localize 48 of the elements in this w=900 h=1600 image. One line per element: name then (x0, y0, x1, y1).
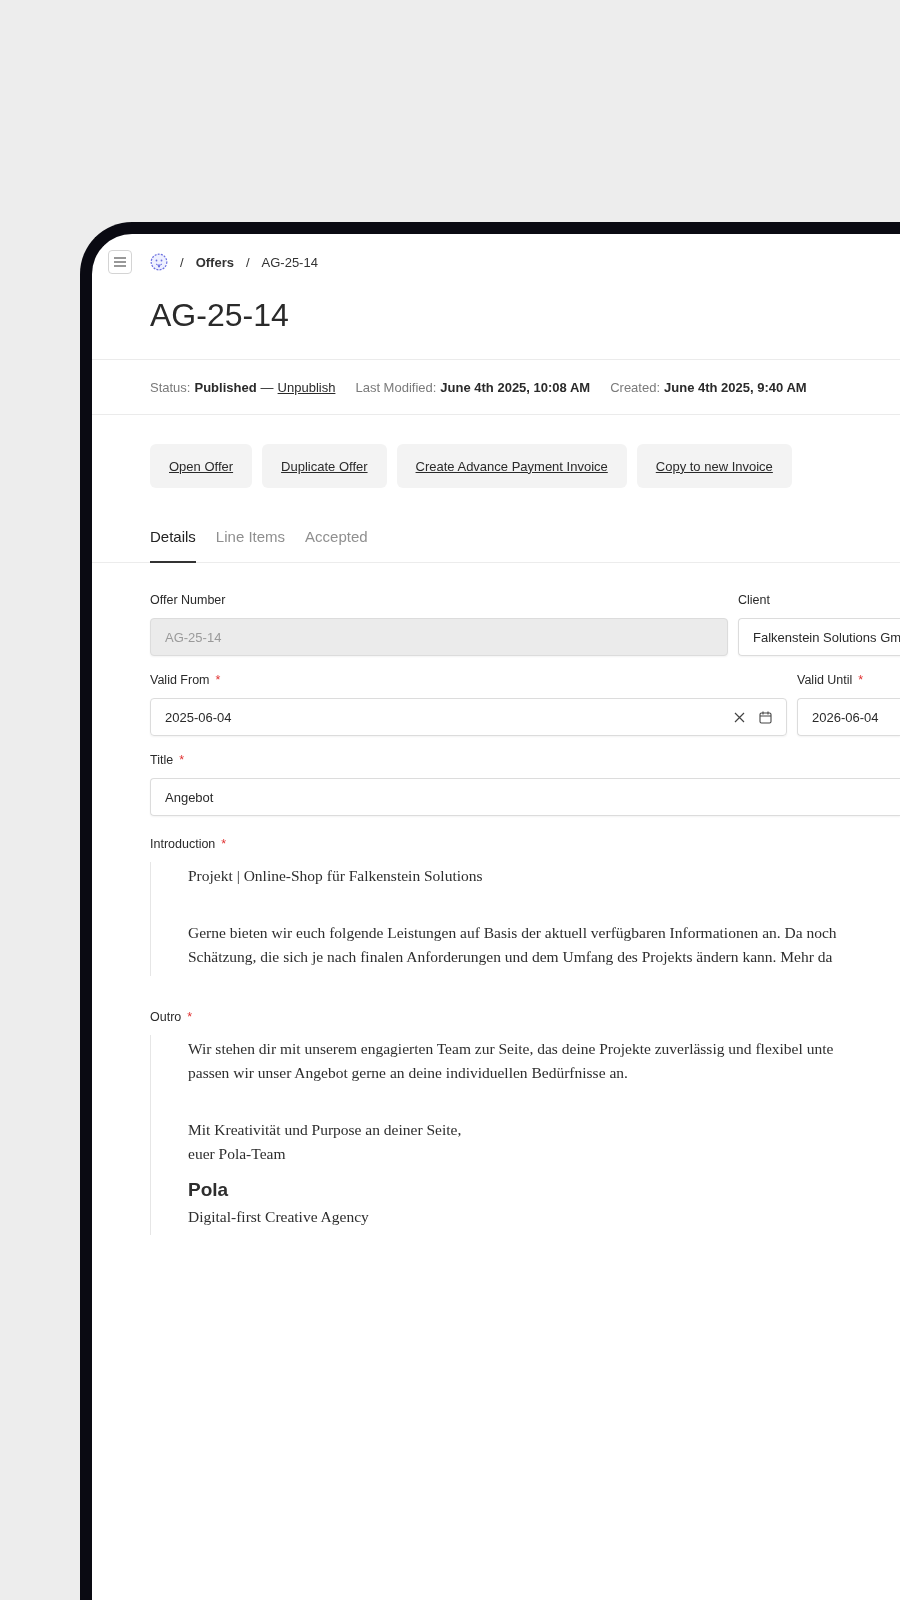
required-asterisk: * (858, 673, 864, 689)
breadcrumb-separator: / (245, 254, 250, 270)
meta-label: Last Modified: (355, 379, 437, 395)
text-line: Projekt | Online-Shop für Falkenstein Solutions (188, 866, 484, 886)
text-line: euer Pola-Team (188, 1144, 287, 1164)
text-line: Gerne bieten wir euch folgende Leistungen auf Basis der aktuell verfügbaren Informationen an. Da noch (188, 922, 838, 943)
field-label: Introduction (150, 837, 216, 853)
editor-heading: Pola (188, 1177, 230, 1202)
field-label: Title (150, 753, 174, 769)
face-logo-icon[interactable] (150, 253, 168, 271)
breadcrumb-link[interactable]: AG-25-14 (261, 254, 318, 270)
field-label: Outro (150, 1009, 182, 1026)
dash-separator: — (260, 379, 274, 395)
field-label: Valid Until (797, 673, 853, 689)
action-button[interactable]: Duplicate Offer (262, 444, 387, 488)
input-field[interactable]: Falkenstein Solutions Gm (738, 618, 900, 656)
required-asterisk: * (221, 837, 227, 853)
field-label: Client (738, 593, 770, 609)
text-line: Digital-first Creative Agency (188, 1206, 370, 1227)
status-value: Published (194, 379, 257, 395)
input-field[interactable]: 2025-06-04 (150, 698, 787, 736)
tab[interactable]: Details (150, 518, 196, 563)
field-label: Offer Number (150, 593, 226, 609)
breadcrumb-separator: / (180, 254, 184, 270)
text-line: Wir stehen dir mit unserem engagierten Team zur Seite, das deine Projekte zuverlässig und flexibel unte (188, 1038, 835, 1059)
text-line: Schätzung, die sich je nach finalen Anforderungen und dem Umfang des Projekts ändern kann. Mehr da (188, 947, 834, 967)
required-asterisk: * (187, 1009, 193, 1026)
required-asterisk: * (179, 753, 185, 769)
breadcrumb-link[interactable]: Offers (195, 254, 234, 270)
required-asterisk: * (215, 673, 221, 689)
meta-value: June 4th 2025, 9:40 AM (664, 379, 807, 395)
action-button[interactable]: Copy to new Invoice (636, 444, 792, 488)
action-button[interactable]: Create Advance Payment Invoice (396, 444, 627, 488)
field-label: Valid From (150, 673, 210, 689)
input-field[interactable]: Angebot (150, 778, 900, 816)
text-line: Mit Kreativität und Purpose an deiner Seite, (188, 1119, 463, 1140)
page-title: AG-25-14 (150, 296, 290, 335)
status-label: Status: (150, 379, 191, 395)
unpublish-link[interactable]: Unpublish (277, 379, 336, 395)
text-line: passen wir unser Angebot gerne an deine individuellen Bedürfnisse an. (188, 1063, 629, 1083)
meta-value: June 4th 2025, 10:08 AM (440, 379, 591, 395)
calendar-icon[interactable] (759, 710, 772, 724)
clear-icon[interactable] (734, 711, 745, 723)
menu-icon (114, 257, 126, 267)
meta-label: Created: (610, 379, 661, 395)
action-button[interactable]: Open Offer (150, 444, 253, 488)
input-field[interactable]: 2026-06-04 (797, 698, 900, 736)
menu-button[interactable] (108, 250, 132, 274)
